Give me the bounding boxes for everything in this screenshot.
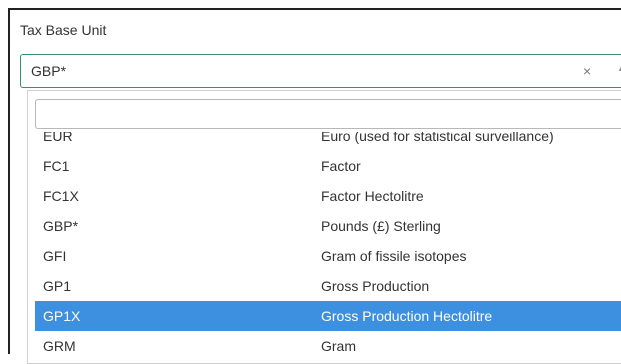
option-code: FC1 [43,158,70,174]
tax-base-unit-select[interactable]: GBP* × ▲ [20,54,621,88]
option-code: GP1X [43,308,81,324]
option-description: Pounds (£) Sterling [321,218,441,234]
option-item[interactable]: GFI Gram of fissile isotopes [35,241,621,271]
option-code: FC1X [43,188,79,204]
option-description: Gram [321,338,356,354]
clear-icon[interactable]: × [583,63,591,79]
chevron-up-icon[interactable]: ▲ [617,63,621,73]
option-item[interactable]: GBP* Pounds (£) Sterling [35,211,621,241]
tax-base-unit-label: Tax Base Unit [20,22,107,38]
option-item[interactable]: GRM Gram [35,331,621,361]
dropdown-panel: EUR Euro (used for statistical surveillan… [27,90,621,364]
option-code: GP1 [43,278,72,294]
option-code: GBP* [43,218,79,234]
option-code: GFI [43,248,67,264]
option-item[interactable]: EUR Euro (used for statistical surveillan… [35,132,621,151]
option-description: Euro (used for statistical surveillance) [321,132,554,144]
option-description: Gross Production [321,278,430,294]
options-list[interactable]: EUR Euro (used for statistical surveillan… [35,132,621,363]
option-description: Gross Production Hectolitre [321,308,493,324]
search-input[interactable] [35,99,621,129]
option-item[interactable]: FC1X Factor Hectolitre [35,181,621,211]
option-code: EUR [43,132,73,144]
option-description: Factor [321,158,361,174]
option-item[interactable]: GP1X Gross Production Hectolitre [35,301,621,331]
tax-base-unit-panel: Tax Base Unit GBP* × ▲ EUR Euro (used for… [8,8,621,364]
selected-value: GBP* [31,63,67,79]
option-item[interactable]: FC1 Factor [35,151,621,181]
option-code: GRM [43,338,76,354]
option-item[interactable]: GP1 Gross Production [35,271,621,301]
option-description: Gram of fissile isotopes [321,248,467,264]
option-description: Factor Hectolitre [321,188,424,204]
